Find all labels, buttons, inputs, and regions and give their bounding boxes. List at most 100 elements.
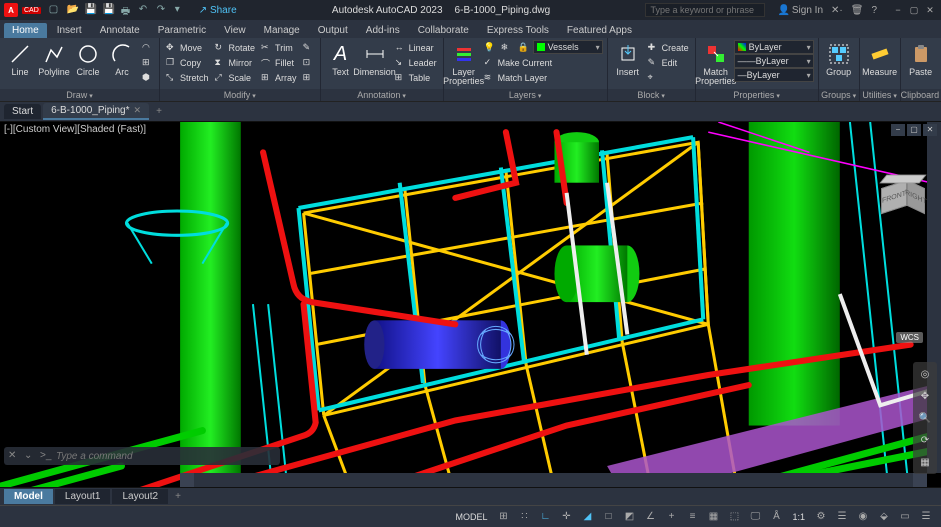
panel-utilities-label[interactable]: Utilities▾	[860, 89, 900, 101]
tab-featured[interactable]: Featured Apps	[559, 23, 640, 38]
tab-insert[interactable]: Insert	[49, 23, 90, 38]
qat-saveas-icon[interactable]: 💾	[103, 4, 115, 16]
vp-maximize-button[interactable]: ▢	[907, 124, 921, 136]
status-isodraft-icon[interactable]: ◢	[578, 509, 596, 525]
tab-addins[interactable]: Add-ins	[358, 23, 408, 38]
status-am-icon[interactable]: Å	[767, 509, 785, 525]
close-tab-icon[interactable]: ✕	[134, 105, 142, 116]
nav-wheel-icon[interactable]: ◎	[916, 365, 934, 383]
qat-new-icon[interactable]: ▢	[49, 4, 61, 16]
tab-manage[interactable]: Manage	[256, 23, 308, 38]
rotate-button[interactable]: ↻Rotate	[213, 40, 258, 55]
create-block-button[interactable]: ✚Create	[646, 40, 691, 55]
layer-properties-button[interactable]: Layer Properties	[448, 40, 480, 86]
layout-tab-model[interactable]: Model	[4, 489, 53, 504]
nav-pan-icon[interactable]: ✥	[916, 387, 934, 405]
status-lwt-icon[interactable]: ≡	[683, 509, 701, 525]
copy-button[interactable]: ❐Copy	[164, 55, 211, 70]
match-properties-button[interactable]: Match Properties	[700, 40, 732, 86]
view-cube[interactable]: FRONT RIGHT	[873, 172, 923, 222]
minimize-button[interactable]: −	[891, 4, 905, 16]
text-button[interactable]: AText	[325, 40, 357, 77]
basket-icon[interactable]: 🗑	[851, 5, 864, 16]
linetype-combo[interactable]: — ByLayer	[734, 68, 814, 82]
status-sc-icon[interactable]: 🖵	[746, 509, 764, 525]
status-polar-icon[interactable]: ✛	[557, 509, 575, 525]
edit-block-button[interactable]: ✎Edit	[646, 55, 691, 70]
modify-misc-3[interactable]: ⊞	[301, 70, 316, 85]
layer-freeze-icon[interactable]: ❄	[499, 40, 514, 55]
vp-minimize-button[interactable]: −	[891, 124, 905, 136]
exchange-icon[interactable]: ✕·	[831, 5, 843, 16]
arc-button[interactable]: Arc	[106, 40, 138, 77]
cmd-history-icon[interactable]: ✕	[8, 450, 20, 462]
status-3dosnap-icon[interactable]: ◩	[620, 509, 638, 525]
modify-misc-2[interactable]: ⊡	[301, 55, 316, 70]
panel-block-label[interactable]: Block▾	[608, 89, 695, 101]
status-qp-icon[interactable]: ⬚	[725, 509, 743, 525]
qat-plot-icon[interactable]: 🖶	[121, 4, 133, 16]
qat-redo-icon[interactable]: ↷	[157, 4, 169, 16]
tab-express[interactable]: Express Tools	[479, 23, 557, 38]
status-otrack-icon[interactable]: ∠	[641, 509, 659, 525]
panel-properties-label[interactable]: Properties▾	[696, 89, 818, 101]
modify-misc-1[interactable]: ✎	[301, 40, 316, 55]
scrollbar-horizontal[interactable]	[180, 473, 927, 487]
tab-home[interactable]: Home	[4, 23, 47, 38]
command-input[interactable]	[56, 451, 276, 462]
close-button[interactable]: ✕	[923, 4, 937, 16]
status-osnap-icon[interactable]: □	[599, 509, 617, 525]
qat-undo-icon[interactable]: ↶	[139, 4, 151, 16]
viewcube-right[interactable]: RIGHT	[907, 180, 925, 214]
tab-collaborate[interactable]: Collaborate	[410, 23, 477, 38]
status-iso-icon[interactable]: ⬙	[875, 509, 893, 525]
model-canvas[interactable]	[0, 122, 941, 487]
color-combo[interactable]: ByLayer	[734, 40, 814, 54]
circle-button[interactable]: Circle	[72, 40, 104, 77]
file-tab-start[interactable]: Start	[4, 104, 41, 119]
panel-annotation-label[interactable]: Annotation▾	[321, 89, 443, 101]
group-button[interactable]: Group	[823, 40, 855, 77]
linear-button[interactable]: ↔Linear	[393, 40, 439, 55]
vp-close-button[interactable]: ✕	[923, 124, 937, 136]
mirror-button[interactable]: ⧗Mirror	[213, 55, 258, 70]
status-scale[interactable]: 1:1	[788, 512, 809, 522]
match-layer-button[interactable]: ≋Match Layer	[482, 70, 603, 85]
status-ws-icon[interactable]: ⚙	[812, 509, 830, 525]
stretch-button[interactable]: ⤡Stretch	[164, 70, 211, 85]
qat-dropdown-icon[interactable]: ▾	[175, 4, 187, 16]
qat-open-icon[interactable]: 📂	[67, 4, 79, 16]
status-model[interactable]: MODEL	[451, 512, 491, 522]
share-link[interactable]: ↗ Share	[199, 5, 237, 16]
status-dyn-icon[interactable]: +	[662, 509, 680, 525]
edit-attributes-button[interactable]: ⌖	[646, 70, 691, 85]
viewport-label[interactable]: [-][Custom View][Shaded (Fast)]	[4, 124, 146, 135]
panel-clipboard-label[interactable]: Clipboard▾	[901, 89, 941, 101]
table-button[interactable]: ⊞Table	[393, 70, 439, 85]
tab-output[interactable]: Output	[310, 23, 356, 38]
dimension-button[interactable]: Dimension	[359, 40, 391, 77]
layout-tab-layout1[interactable]: Layout1	[55, 489, 111, 504]
signin-button[interactable]: 👤 Sign In	[777, 5, 823, 16]
layer-off-icon[interactable]: 💡	[482, 40, 497, 55]
status-ortho-icon[interactable]: ∟	[536, 509, 554, 525]
nav-zoom-icon[interactable]: 🔍	[916, 409, 934, 427]
measure-button[interactable]: Measure	[864, 40, 896, 77]
trim-button[interactable]: ✂Trim	[259, 40, 299, 55]
panel-draw-label[interactable]: Draw▾	[0, 89, 159, 101]
status-hw-icon[interactable]: ◉	[854, 509, 872, 525]
scale-button[interactable]: ⤢Scale	[213, 70, 258, 85]
layout-tab-layout2[interactable]: Layout2	[112, 489, 168, 504]
tab-parametric[interactable]: Parametric	[150, 23, 214, 38]
panel-layers-label[interactable]: Layers▾	[444, 89, 607, 101]
viewport[interactable]: [-][Custom View][Shaded (Fast)] − ▢ ✕	[0, 122, 941, 487]
draw-misc-1[interactable]: ◠	[140, 40, 155, 55]
make-current-button[interactable]: ✓Make Current	[482, 55, 603, 70]
polyline-button[interactable]: Polyline	[38, 40, 70, 77]
maximize-button[interactable]: ▢	[907, 4, 921, 16]
cmd-recent-icon[interactable]: ⌄	[24, 450, 36, 462]
array-button[interactable]: ⊞Array	[259, 70, 299, 85]
add-layout-button[interactable]: +	[170, 491, 186, 502]
help-icon[interactable]: ?	[871, 5, 877, 16]
wcs-badge[interactable]: WCS	[896, 332, 923, 343]
